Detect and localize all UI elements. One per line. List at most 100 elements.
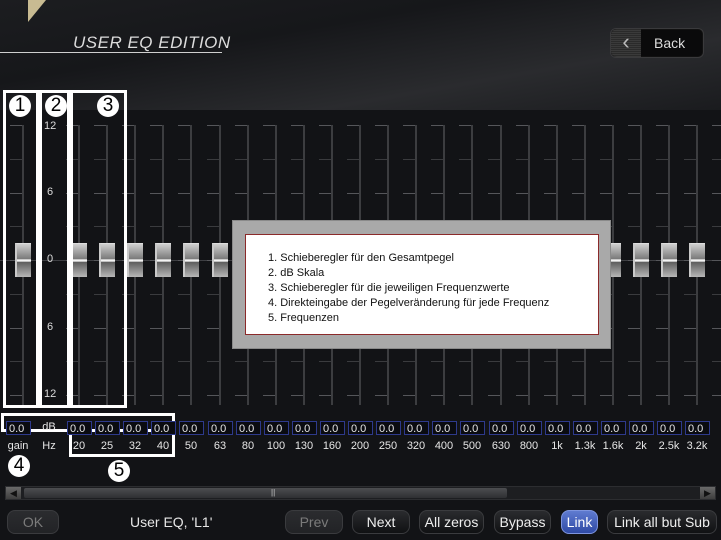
- scale-tick: [459, 361, 471, 363]
- scale-tick: [178, 125, 190, 126]
- scale-tick: [684, 158, 696, 160]
- prev-button[interactable]: Prev: [285, 510, 343, 534]
- scale-tick: [178, 327, 190, 329]
- band-value-field[interactable]: 0.0: [573, 421, 598, 435]
- band-frequency-label: 630: [491, 440, 511, 452]
- link-button[interactable]: Link: [561, 510, 598, 534]
- band-value-field[interactable]: 0.0: [179, 421, 204, 435]
- scale-tick: [712, 192, 721, 194]
- scale-tick: [150, 192, 162, 194]
- band-slider-knob[interactable]: [155, 243, 171, 277]
- band-slider-knob[interactable]: [127, 243, 143, 277]
- bypass-button[interactable]: Bypass: [494, 510, 551, 534]
- scale-tick: [375, 395, 387, 396]
- link-all-but-sub-button[interactable]: Link all but Sub: [607, 510, 717, 534]
- band-slider-knob[interactable]: [689, 243, 705, 277]
- scale-tick: [544, 192, 556, 194]
- band-frequency-label: 3.2k: [686, 440, 708, 452]
- scale-tick: [684, 192, 696, 194]
- band-frequency-label: 25: [100, 440, 114, 452]
- scale-tick: [347, 361, 359, 363]
- band-value-field[interactable]: 0.0: [460, 421, 485, 435]
- band-value-field[interactable]: 0.0: [320, 421, 345, 435]
- scale-tick: [375, 192, 387, 194]
- scale-tick: [488, 192, 500, 194]
- scale-tick: [628, 327, 640, 329]
- band-value-field[interactable]: 0.0: [657, 421, 682, 435]
- grip-icon: ||: [271, 488, 276, 497]
- band-frequency-label: 200: [350, 440, 370, 452]
- band-value-field[interactable]: 0.0: [545, 421, 570, 435]
- scale-tick: [431, 395, 443, 396]
- band-value-field[interactable]: 0.0: [517, 421, 542, 435]
- band-frequency-label: 20: [72, 440, 86, 452]
- band-value-field[interactable]: 0.0: [432, 421, 457, 435]
- scale-tick: [572, 361, 584, 363]
- band-slider-knob[interactable]: [661, 243, 677, 277]
- band-slider-knob[interactable]: [183, 243, 199, 277]
- band-frequency-label: 1.6k: [602, 440, 624, 452]
- scale-tick: [600, 395, 612, 396]
- band-frequency-label: 1.3k: [574, 440, 596, 452]
- band-value-field[interactable]: 0.0: [151, 421, 176, 435]
- scale-tick: [347, 395, 359, 396]
- scale-tick: [403, 361, 415, 363]
- scale-tick: [712, 226, 721, 228]
- band-value-field[interactable]: 0.0: [67, 421, 92, 435]
- scale-tick: [207, 327, 219, 329]
- scale-tick: [263, 395, 275, 396]
- scale-tick: [263, 361, 275, 363]
- scale-tick: [516, 158, 528, 160]
- band-value-field[interactable]: 0.0: [208, 421, 233, 435]
- band-slider-knob[interactable]: [633, 243, 649, 277]
- band-frequency-label: 400: [434, 440, 454, 452]
- title-divider: [0, 52, 222, 53]
- band-value-field[interactable]: 0.0: [264, 421, 289, 435]
- scale-tick: [178, 293, 190, 295]
- scale-tick: [403, 192, 415, 194]
- chevron-left-icon: ‹: [611, 29, 641, 57]
- band-frequency-label: 50: [184, 440, 198, 452]
- band-value-field[interactable]: 0.0: [601, 421, 626, 435]
- band-slider-knob[interactable]: [212, 243, 228, 277]
- band-value-field[interactable]: 0.0: [629, 421, 654, 435]
- annotation-marker-1: 1: [9, 95, 31, 117]
- band-value-field[interactable]: 0.0: [376, 421, 401, 435]
- scale-tick: [291, 192, 303, 194]
- scale-tick: [628, 293, 640, 295]
- scale-tick: [712, 361, 721, 363]
- horizontal-scrollbar[interactable]: ◀ || ▶: [5, 486, 716, 500]
- band-value-field[interactable]: 0.0: [292, 421, 317, 435]
- scale-tick: [712, 125, 721, 126]
- annotation-marker-4: 4: [8, 455, 30, 477]
- band-value-field[interactable]: 0.0: [404, 421, 429, 435]
- scale-tick: [178, 158, 190, 160]
- scale-tick: [488, 361, 500, 363]
- scroll-left-button[interactable]: ◀: [6, 487, 21, 499]
- scale-tick: [684, 226, 696, 228]
- back-button[interactable]: ‹ Back: [610, 28, 704, 58]
- gain-label: gain: [7, 440, 29, 452]
- band-value-field[interactable]: 0.0: [685, 421, 710, 435]
- scale-tick: [403, 125, 415, 126]
- all-zeros-button[interactable]: All zeros: [419, 510, 484, 534]
- band-frequency-label: 1k: [551, 440, 563, 452]
- scale-tick: [600, 125, 612, 126]
- scale-tick: [544, 125, 556, 126]
- band-value-field[interactable]: 0.0: [95, 421, 120, 435]
- next-button[interactable]: Next: [352, 510, 410, 534]
- band-value-field[interactable]: 0.0: [489, 421, 514, 435]
- scale-tick: [178, 192, 190, 194]
- band-value-field[interactable]: 0.0: [123, 421, 148, 435]
- scrollbar-thumb[interactable]: ||: [24, 488, 507, 498]
- scroll-right-button[interactable]: ▶: [700, 487, 715, 499]
- scale-tick: [235, 192, 247, 194]
- gain-value-field[interactable]: 0.0: [6, 421, 31, 435]
- band-value-field[interactable]: 0.0: [236, 421, 261, 435]
- scale-tick: [459, 192, 471, 194]
- ok-button[interactable]: OK: [7, 510, 59, 534]
- band-value-field[interactable]: 0.0: [348, 421, 373, 435]
- scale-tick: [656, 125, 668, 126]
- scale-tick: [403, 158, 415, 160]
- page-title: USER EQ EDITION: [73, 33, 231, 52]
